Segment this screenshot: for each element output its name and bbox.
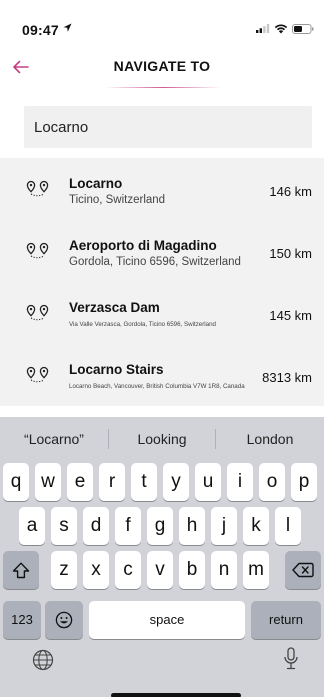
result-item[interactable]: Aeroporto di Magadino Gordola, Ticino 65… — [0, 220, 324, 282]
result-item[interactable]: Verzasca Dam Via Valle Verzasca, Gordola… — [0, 282, 324, 344]
result-item[interactable]: Locarno Ticino, Switzerland 146 km — [0, 158, 324, 220]
backspace-key[interactable] — [285, 551, 321, 589]
location-arrow-icon — [63, 23, 72, 32]
route-pins-icon — [26, 180, 49, 197]
route-pins-icon — [26, 366, 49, 383]
emoji-icon — [55, 611, 73, 629]
result-name: Verzasca Dam — [69, 300, 160, 315]
keyboard: “Locarno” Looking London q w e r t y u i… — [0, 417, 324, 697]
numbers-key[interactable]: 123 — [3, 601, 41, 639]
key-n[interactable]: n — [211, 551, 237, 589]
suggestion-1[interactable]: “Locarno” — [0, 417, 108, 461]
search-area — [0, 96, 324, 158]
key-c[interactable]: c — [115, 551, 141, 589]
key-l[interactable]: l — [275, 507, 301, 545]
cellular-signal-icon — [256, 24, 270, 33]
key-t[interactable]: t — [131, 463, 157, 501]
microphone-icon[interactable] — [283, 647, 299, 671]
status-time: 09:47 — [22, 22, 59, 38]
result-distance: 150 km — [269, 246, 312, 261]
result-address: Gordola, Ticino 6596, Switzerland — [69, 256, 241, 268]
key-f[interactable]: f — [115, 507, 141, 545]
route-pins-icon — [26, 242, 49, 259]
key-w[interactable]: w — [35, 463, 61, 501]
home-indicator — [111, 693, 241, 697]
key-m[interactable]: m — [243, 551, 269, 589]
suggestion-3[interactable]: London — [216, 417, 324, 461]
status-bar: 09:47 — [0, 0, 324, 44]
page-title: NAVIGATE TO — [113, 58, 211, 74]
battery-icon — [292, 24, 314, 34]
globe-icon[interactable] — [32, 649, 54, 671]
key-k[interactable]: k — [243, 507, 269, 545]
key-o[interactable]: o — [259, 463, 285, 501]
key-g[interactable]: g — [147, 507, 173, 545]
search-input[interactable] — [24, 106, 312, 148]
wifi-icon — [274, 24, 288, 34]
key-y[interactable]: y — [163, 463, 189, 501]
key-x[interactable]: x — [83, 551, 109, 589]
key-v[interactable]: v — [147, 551, 173, 589]
key-r[interactable]: r — [99, 463, 125, 501]
key-b[interactable]: b — [179, 551, 205, 589]
key-p[interactable]: p — [291, 463, 317, 501]
result-address: Ticino, Switzerland — [69, 194, 166, 206]
result-name: Locarno Stairs — [69, 362, 164, 377]
key-s[interactable]: s — [51, 507, 77, 545]
key-i[interactable]: i — [227, 463, 253, 501]
result-distance: 145 km — [269, 308, 312, 323]
key-u[interactable]: u — [195, 463, 221, 501]
result-name: Locarno — [69, 176, 123, 191]
key-z[interactable]: z — [51, 551, 77, 589]
key-a[interactable]: a — [19, 507, 45, 545]
route-pins-icon — [26, 304, 49, 321]
results-list: Locarno Ticino, Switzerland 146 km Aerop… — [0, 158, 324, 406]
result-item[interactable]: Locarno Stairs Locarno Beach, Vancouver,… — [0, 344, 324, 406]
key-e[interactable]: e — [67, 463, 93, 501]
nav-bar: NAVIGATE TO — [0, 44, 324, 88]
return-key[interactable]: return — [251, 601, 321, 639]
key-d[interactable]: d — [83, 507, 109, 545]
shift-icon — [12, 562, 30, 579]
suggestion-bar: “Locarno” Looking London — [0, 417, 324, 461]
emoji-key[interactable] — [45, 601, 83, 639]
backspace-icon — [292, 562, 314, 578]
suggestion-2[interactable]: Looking — [109, 417, 215, 461]
shift-key[interactable] — [3, 551, 39, 589]
result-address: Via Valle Verzasca, Gordola, Ticino 6596… — [69, 321, 216, 328]
result-distance: 146 km — [269, 184, 312, 199]
result-name: Aeroporto di Magadino — [69, 238, 217, 253]
key-q[interactable]: q — [3, 463, 29, 501]
result-distance: 8313 km — [262, 370, 312, 385]
space-key[interactable]: space — [89, 601, 245, 639]
key-h[interactable]: h — [179, 507, 205, 545]
title-underline — [105, 87, 221, 88]
key-j[interactable]: j — [211, 507, 237, 545]
result-address: Locarno Beach, Vancouver, British Columb… — [69, 383, 245, 390]
